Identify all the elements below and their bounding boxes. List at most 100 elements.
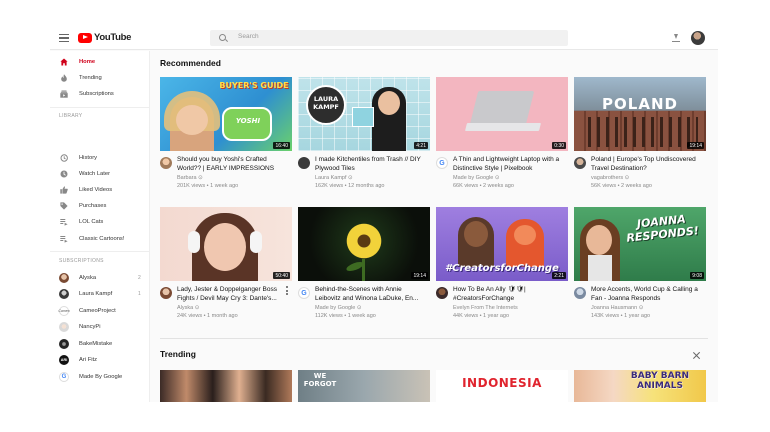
search-icon bbox=[219, 34, 226, 41]
duration-badge: 16:40 bbox=[273, 142, 290, 149]
search-input[interactable]: Search bbox=[210, 30, 568, 46]
channel-avatar[interactable] bbox=[160, 287, 172, 299]
sidebar-item-made-by-google[interactable]: G Made By Google bbox=[50, 370, 150, 384]
sidebar-item-laura-kampf[interactable]: Laura Kampf 1 bbox=[50, 287, 150, 301]
verified-icon: ⊙ bbox=[494, 175, 500, 181]
home-icon bbox=[60, 58, 68, 66]
sidebar-item-label: Ari Fitz bbox=[79, 357, 98, 363]
thumbs-up-icon bbox=[60, 186, 68, 194]
video-title[interactable]: A Thin and Lightweight Laptop with a Dis… bbox=[453, 155, 566, 174]
account-avatar[interactable] bbox=[691, 31, 705, 45]
thumbnail-text: LAURA KAMPF bbox=[313, 95, 339, 111]
video-thumbnail[interactable]: JOANNA RESPONDS! 9:08 bbox=[574, 207, 706, 281]
channel-avatar[interactable] bbox=[160, 157, 172, 169]
sidebar-item-purchases[interactable]: Purchases bbox=[50, 199, 150, 213]
video-title[interactable]: How To Be An Ally 🛡🛡| #CreatorsForChange bbox=[453, 285, 566, 304]
channel-avatar[interactable] bbox=[574, 287, 586, 299]
channel-avatar[interactable] bbox=[574, 157, 586, 169]
sidebar-item-label: Subscriptions bbox=[79, 91, 114, 97]
playlist-icon bbox=[60, 219, 68, 226]
sidebar-item-liked-videos[interactable]: Liked Videos bbox=[50, 183, 150, 197]
video-thumbnail[interactable]: POLAND 19:14 bbox=[574, 77, 706, 151]
upload-icon[interactable] bbox=[672, 34, 680, 42]
sidebar-item-watch-later[interactable]: Watch Later bbox=[50, 167, 150, 181]
sidebar-item-history[interactable]: History bbox=[50, 151, 150, 165]
video-card[interactable]: LAURA KAMPF 4:21 I made Kitchentiles fro… bbox=[298, 77, 430, 189]
section-divider bbox=[160, 338, 708, 339]
video-thumbnail[interactable]: BUYER'S GUIDE YOSHI 16:40 bbox=[160, 77, 292, 151]
video-card[interactable]: 50:40 Lady, Jester & Doppelganger Boss F… bbox=[160, 207, 292, 319]
sidebar-item-cameoproject[interactable]: Cameo CameoProject bbox=[50, 304, 150, 318]
duration-badge: 0:30 bbox=[552, 142, 566, 149]
video-title[interactable]: More Accents, World Cup & Calling a Fan … bbox=[591, 285, 704, 304]
youtube-logo[interactable]: YouTube bbox=[78, 32, 131, 43]
duration-badge: 19:14 bbox=[687, 142, 704, 149]
duration-badge: 50:40 bbox=[273, 272, 290, 279]
subscriptions-heading: SUBSCRIPTIONS bbox=[59, 258, 104, 264]
channel-avatar bbox=[59, 339, 69, 349]
video-channel[interactable]: Joanna Hausmann ⊙ bbox=[591, 305, 643, 311]
trending-thumbnail[interactable]: WE FORGOT bbox=[298, 370, 430, 402]
video-thumbnail[interactable]: 19:14 bbox=[298, 207, 430, 281]
more-options-icon[interactable] bbox=[286, 286, 288, 295]
video-card[interactable]: BUYER'S GUIDE YOSHI 16:40 Should you buy… bbox=[160, 77, 292, 189]
video-title[interactable]: Poland | Europe's Top Undiscovered Trave… bbox=[591, 155, 704, 174]
close-icon[interactable] bbox=[692, 351, 701, 360]
thumbnail-text: BUYER'S GUIDE bbox=[219, 81, 289, 90]
video-title[interactable]: Lady, Jester & Doppelganger Boss Fights … bbox=[177, 285, 283, 304]
sidebar-divider bbox=[50, 107, 150, 108]
video-meta: 44K views • 1 year ago bbox=[453, 313, 510, 319]
video-title[interactable]: Should you buy Yoshi's Crafted World?? |… bbox=[177, 155, 290, 174]
channel-avatar[interactable] bbox=[298, 157, 310, 169]
video-card[interactable]: JOANNA RESPONDS! 9:08 More Accents, Worl… bbox=[574, 207, 706, 319]
sidebar-item-subscriptions[interactable]: Subscriptions bbox=[50, 87, 150, 101]
video-channel[interactable]: vagabrothers ⊙ bbox=[591, 175, 629, 181]
video-card[interactable]: 19:14 G Behind-the-Scenes with Annie Lei… bbox=[298, 207, 430, 319]
video-channel[interactable]: Evelyn From The Internets bbox=[453, 305, 518, 311]
video-thumbnail[interactable]: 0:30 bbox=[436, 77, 568, 151]
video-card[interactable]: 0:30 G A Thin and Lightweight Laptop wit… bbox=[436, 77, 568, 189]
channel-avatar bbox=[59, 273, 69, 283]
duration-badge: 2:21 bbox=[552, 272, 566, 279]
sidebar-item-bakemistake[interactable]: BakeMistake bbox=[50, 337, 150, 351]
sidebar: Home Trending Subscriptions LIBRARY Hist… bbox=[50, 51, 150, 402]
channel-avatar: ARI bbox=[59, 355, 69, 365]
clock-icon bbox=[60, 170, 68, 178]
sidebar-item-label: Laura Kampf bbox=[79, 291, 113, 297]
sidebar-item-trending[interactable]: Trending bbox=[50, 71, 150, 85]
video-meta: 143K views • 1 year ago bbox=[591, 313, 651, 319]
google-logo-icon[interactable]: G bbox=[298, 287, 310, 299]
verified-icon: ⊙ bbox=[194, 305, 200, 311]
video-title[interactable]: Behind-the-Scenes with Annie Leibovitz a… bbox=[315, 285, 428, 304]
video-channel[interactable]: Alyska ⊙ bbox=[177, 305, 199, 311]
thumbnail-text: INDONESIA bbox=[462, 376, 542, 390]
sidebar-item-ari-fitz[interactable]: ARI Ari Fitz bbox=[50, 353, 150, 367]
sidebar-item-classic-cartoons[interactable]: Classic Cartoons! bbox=[50, 232, 150, 246]
flame-icon bbox=[61, 74, 67, 82]
video-channel[interactable]: Laura Kampf ⊙ bbox=[315, 175, 353, 181]
channel-avatar[interactable] bbox=[436, 287, 448, 299]
video-channel[interactable]: Made by Google ⊙ bbox=[315, 305, 362, 311]
sidebar-item-lol-cats[interactable]: LOL Cats bbox=[50, 215, 150, 229]
menu-icon[interactable] bbox=[59, 34, 69, 42]
trending-thumbnail[interactable]: BABY BARN ANIMALS bbox=[574, 370, 706, 402]
sidebar-item-alyska[interactable]: Alyska 2 bbox=[50, 271, 150, 285]
video-thumbnail[interactable]: 50:40 bbox=[160, 207, 292, 281]
video-thumbnail[interactable]: LAURA KAMPF 4:21 bbox=[298, 77, 430, 151]
video-card[interactable]: #CreatorsforChange 2:21 How To Be An All… bbox=[436, 207, 568, 319]
sidebar-item-label: LOL Cats bbox=[79, 219, 104, 225]
video-thumbnail[interactable]: #CreatorsforChange 2:21 bbox=[436, 207, 568, 281]
sidebar-item-label: Trending bbox=[79, 75, 102, 81]
video-title[interactable]: I made Kitchentiles from Trash // DIY Pl… bbox=[315, 155, 428, 174]
sidebar-item-nancypi[interactable]: NancyPi bbox=[50, 320, 150, 334]
video-channel[interactable]: Barbara ⊙ bbox=[177, 175, 203, 181]
video-channel[interactable]: Made by Google ⊙ bbox=[453, 175, 500, 181]
duration-badge: 19:14 bbox=[411, 272, 428, 279]
trending-thumbnail[interactable] bbox=[160, 370, 292, 402]
video-card[interactable]: POLAND 19:14 Poland | Europe's Top Undis… bbox=[574, 77, 706, 189]
sidebar-item-label: Classic Cartoons! bbox=[79, 236, 125, 242]
sidebar-item-home[interactable]: Home bbox=[50, 55, 150, 69]
trending-thumbnail[interactable]: INDONESIA bbox=[436, 370, 568, 402]
duration-badge: 9:08 bbox=[690, 272, 704, 279]
google-logo-icon[interactable]: G bbox=[436, 157, 448, 169]
